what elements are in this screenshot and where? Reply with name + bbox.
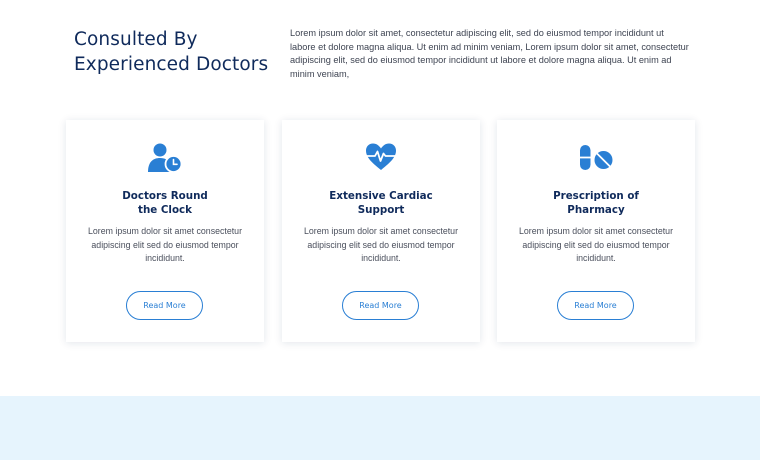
services-cards: Doctors Round the Clock Lorem ipsum dolo… (0, 120, 760, 344)
next-section-background (0, 396, 760, 460)
card-title: Doctors Round the Clock (122, 190, 208, 216)
card-description: Lorem ipsum dolor sit amet consectetur a… (87, 226, 242, 263)
read-more-button[interactable]: Read More (557, 291, 634, 320)
card-description: Lorem ipsum dolor sit amet consectetur a… (303, 226, 458, 263)
service-card-doctors: Doctors Round the Clock Lorem ipsum dolo… (66, 120, 264, 342)
service-card-pharmacy: Prescription of Pharmacy Lorem ipsum dol… (497, 120, 695, 342)
doctor-clock-icon (66, 142, 264, 176)
card-title: Extensive Cardiac Support (329, 190, 433, 216)
read-more-button[interactable]: Read More (342, 291, 419, 320)
section-title: Consulted By Experienced Doctors (74, 29, 269, 75)
service-card-cardiac: Extensive Cardiac Support Lorem ipsum do… (282, 120, 480, 342)
card-description: Lorem ipsum dolor sit amet consectetur a… (518, 226, 673, 263)
section-description: Lorem ipsum dolor sit amet, consectetur … (290, 28, 689, 79)
read-more-button[interactable]: Read More (126, 291, 203, 320)
pills-icon (497, 142, 695, 176)
card-title: Prescription of Pharmacy (553, 190, 639, 216)
intro-section: Consulted By Experienced Doctors Lorem i… (0, 0, 760, 110)
heartbeat-icon (282, 142, 480, 176)
